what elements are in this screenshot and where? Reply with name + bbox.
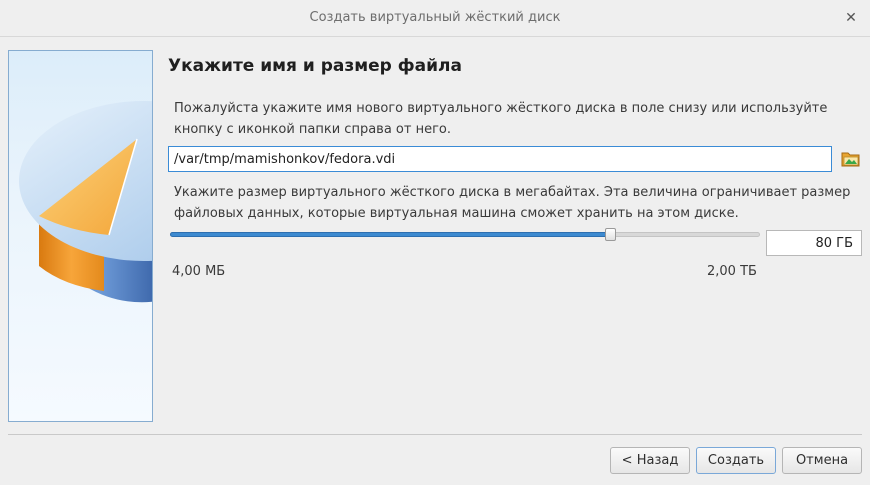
slider-handle[interactable] — [604, 228, 616, 241]
create-button[interactable]: Создать — [696, 447, 776, 474]
title-bar: Создать виртуальный жёсткий диск ✕ — [0, 0, 870, 37]
window-title: Создать виртуальный жёсткий диск — [309, 10, 561, 25]
size-input[interactable] — [766, 230, 862, 256]
file-path-input[interactable] — [168, 146, 832, 172]
close-icon[interactable]: ✕ — [840, 7, 862, 29]
back-button[interactable]: < Назад — [610, 447, 690, 474]
scale-min-label: 4,00 МБ — [172, 264, 226, 279]
slider-fill — [170, 232, 610, 237]
cancel-button[interactable]: Отмена — [782, 447, 862, 474]
location-description: Пожалуйста укажите имя нового виртуально… — [174, 101, 828, 137]
folder-open-icon[interactable] — [838, 146, 864, 172]
hard-disk-illustration — [8, 50, 153, 422]
size-slider[interactable] — [170, 228, 760, 242]
scale-max-label: 2,00 ТБ — [707, 264, 757, 279]
page-title: Укажите имя и размер файла — [168, 56, 462, 76]
button-separator — [8, 434, 862, 435]
size-description: Укажите размер виртуального жёсткого дис… — [174, 185, 851, 221]
